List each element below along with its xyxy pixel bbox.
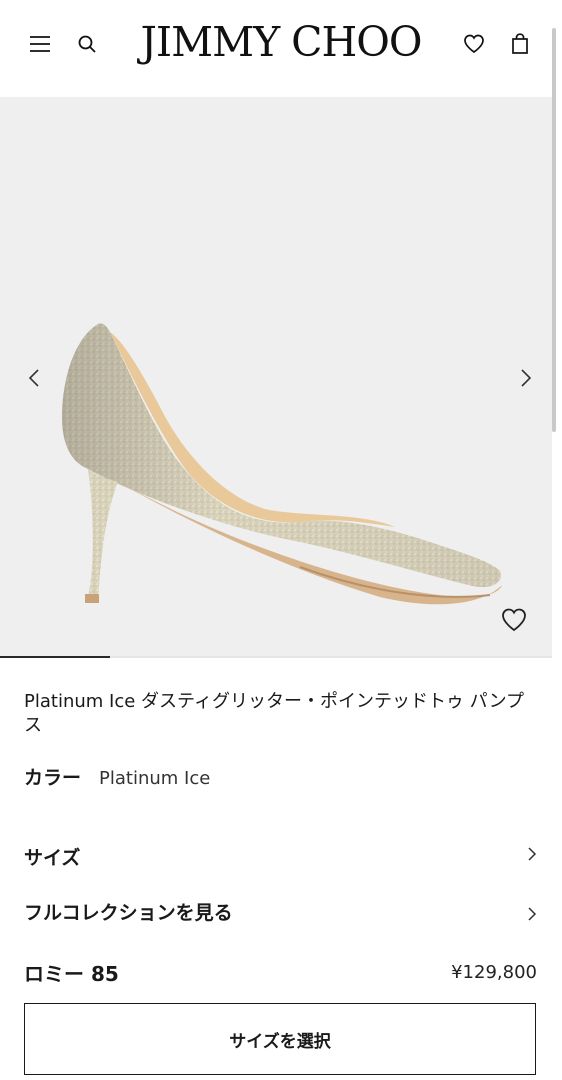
search-icon[interactable] xyxy=(73,30,101,58)
full-collection-label: フルコレクションを見る xyxy=(24,901,233,924)
page-scrollbar[interactable] xyxy=(552,28,556,432)
select-size-button[interactable]: サイズを選択 xyxy=(24,1003,536,1075)
site-header: JIMMY CHOO xyxy=(0,0,562,97)
menu-icon[interactable] xyxy=(26,30,54,58)
product-title: Platinum Ice ダスティグリッター・ポインテッドトゥ パンプス xyxy=(24,690,534,738)
color-value: Platinum Ice xyxy=(99,768,211,789)
product-title-prefix: Platinum Ice xyxy=(24,691,136,712)
color-row: カラー Platinum Ice xyxy=(24,763,210,790)
chevron-left-icon[interactable] xyxy=(22,364,46,392)
chevron-right-icon xyxy=(527,906,537,926)
size-row[interactable]: サイズ xyxy=(24,839,537,873)
size-label: サイズ xyxy=(24,846,81,869)
shopping-bag-icon[interactable] xyxy=(506,29,534,59)
product-image xyxy=(61,323,502,605)
product-image-gallery[interactable] xyxy=(0,97,552,658)
heart-outline-icon[interactable] xyxy=(498,604,530,636)
product-price: ¥129,800 xyxy=(451,961,537,983)
gallery-progress-bar xyxy=(0,656,111,658)
full-collection-row[interactable]: フルコレクションを見る xyxy=(24,894,537,928)
heart-icon[interactable] xyxy=(460,30,488,58)
product-name: ロミー 85 xyxy=(24,961,119,986)
color-label: カラー xyxy=(24,767,82,789)
chevron-right-icon xyxy=(527,846,537,866)
chevron-right-icon[interactable] xyxy=(514,364,538,392)
name-price-row: ロミー 85 ¥129,800 xyxy=(24,956,537,988)
